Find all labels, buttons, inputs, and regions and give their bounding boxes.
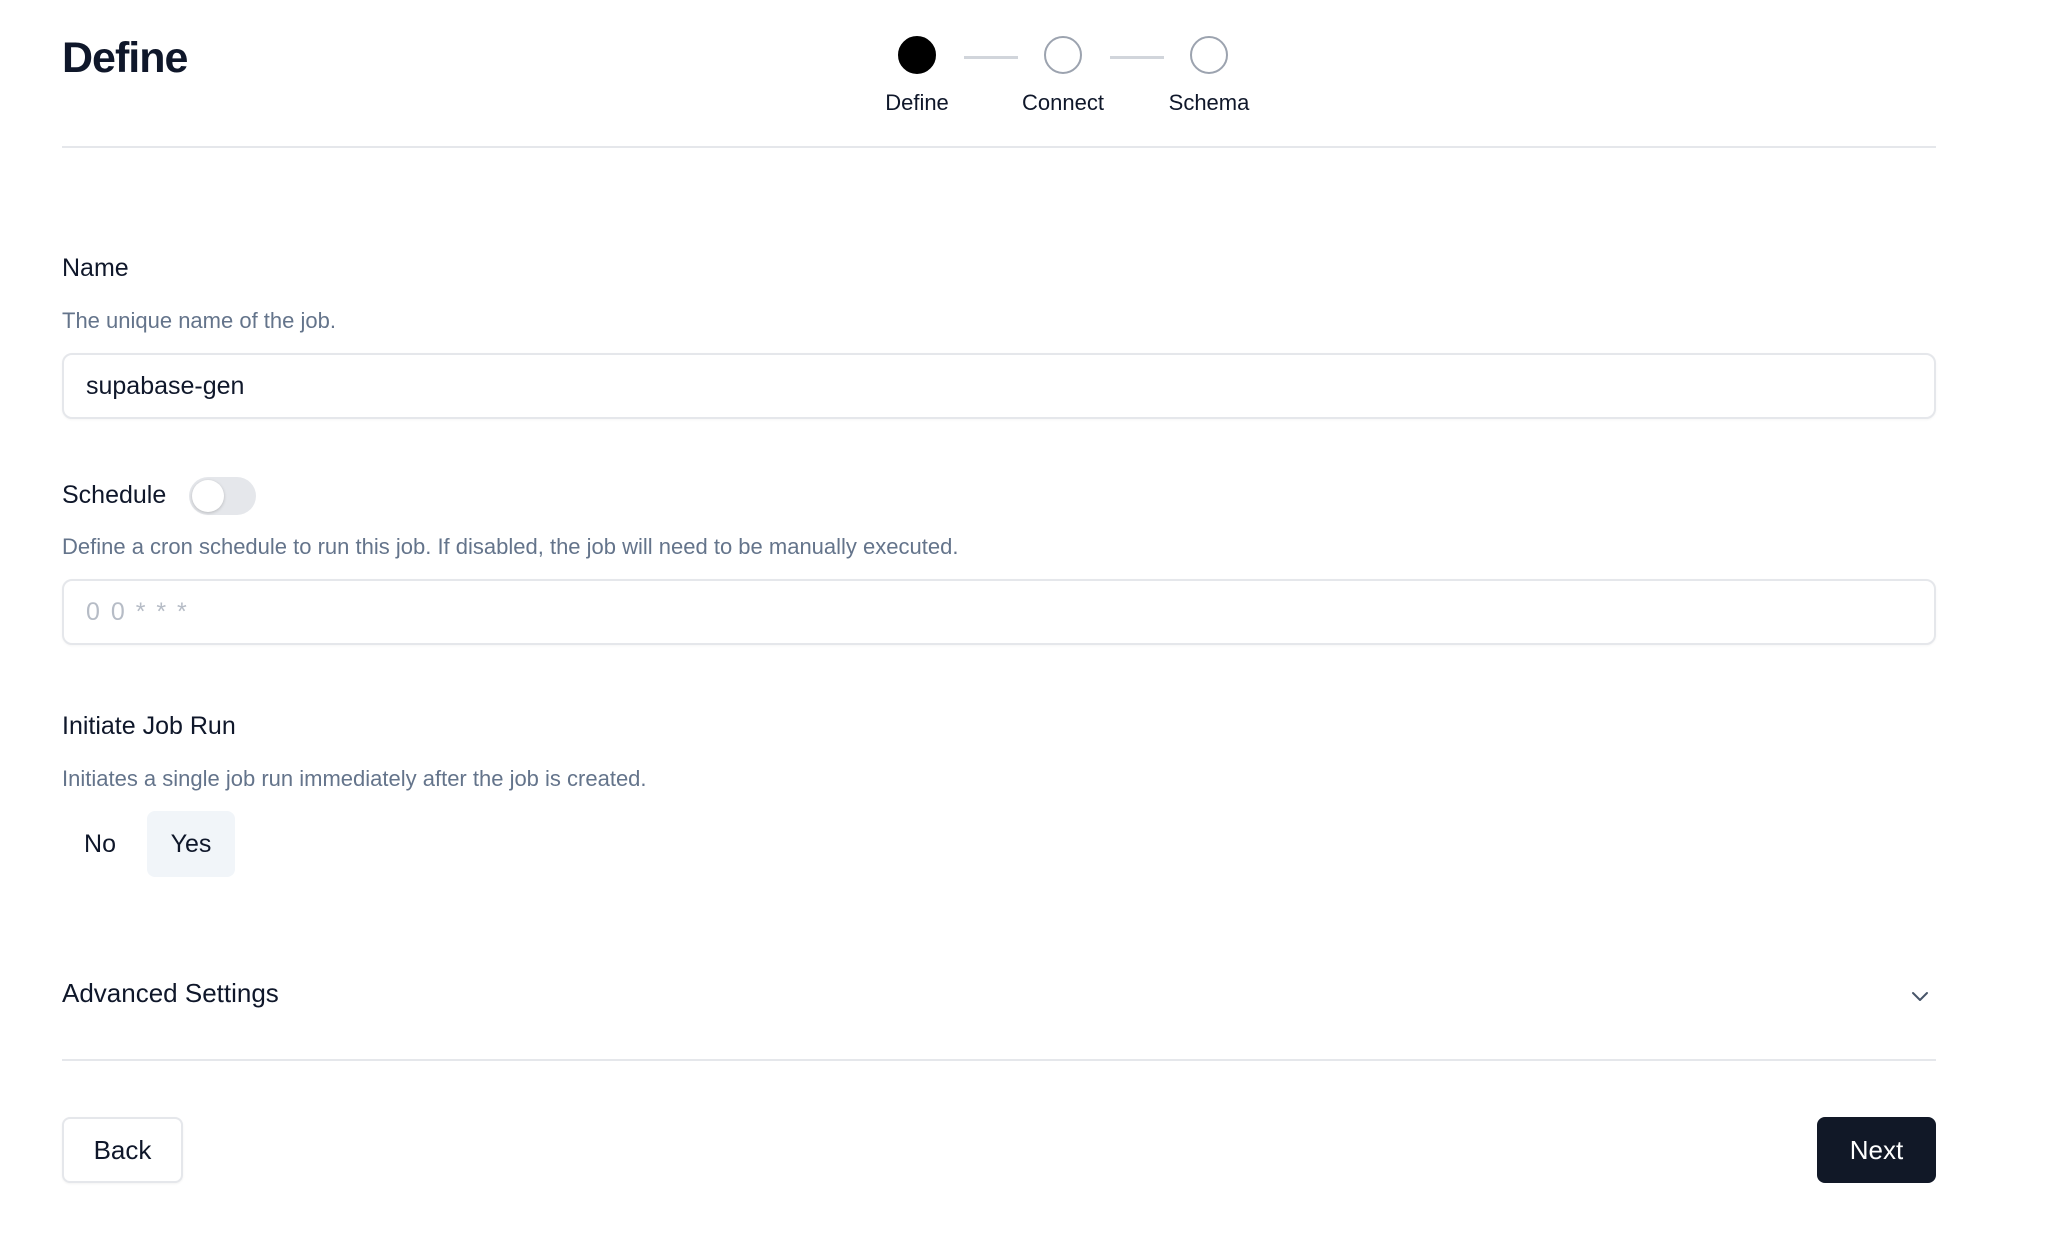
stepper: Define Connect Schema <box>0 36 2052 126</box>
initiate-no-button[interactable]: No <box>62 811 138 877</box>
back-button[interactable]: Back <box>62 1117 183 1183</box>
advanced-divider <box>62 1059 1936 1061</box>
schedule-label: Schedule <box>62 481 167 509</box>
initiate-label: Initiate Job Run <box>62 712 236 740</box>
initiate-description: Initiates a single job run immediately a… <box>62 766 647 791</box>
step-indicator-filled <box>898 36 936 74</box>
name-label: Name <box>62 254 129 282</box>
toggle-knob <box>192 480 224 512</box>
name-description: The unique name of the job. <box>62 308 336 333</box>
chevron-down-icon <box>1912 992 1928 1001</box>
step-label: Schema <box>1168 90 1250 115</box>
step-indicator-empty <box>1190 36 1228 74</box>
advanced-settings-label: Advanced Settings <box>62 978 279 1008</box>
name-input[interactable] <box>62 353 1936 419</box>
step-label: Define <box>885 90 949 115</box>
step-label: Connect <box>1022 90 1104 115</box>
advanced-settings-toggle[interactable]: Advanced Settings <box>62 978 1936 1024</box>
next-button[interactable]: Next <box>1817 1117 1936 1183</box>
initiate-yes-button[interactable]: Yes <box>147 811 235 877</box>
step-schema[interactable]: Schema <box>1139 36 1279 116</box>
step-connect[interactable]: Connect <box>993 36 1133 116</box>
cron-input[interactable] <box>62 579 1936 645</box>
step-define[interactable]: Define <box>847 36 987 116</box>
schedule-description: Define a cron schedule to run this job. … <box>62 534 959 559</box>
header-divider <box>62 146 1936 148</box>
step-indicator-empty <box>1044 36 1082 74</box>
schedule-toggle[interactable] <box>189 477 256 515</box>
